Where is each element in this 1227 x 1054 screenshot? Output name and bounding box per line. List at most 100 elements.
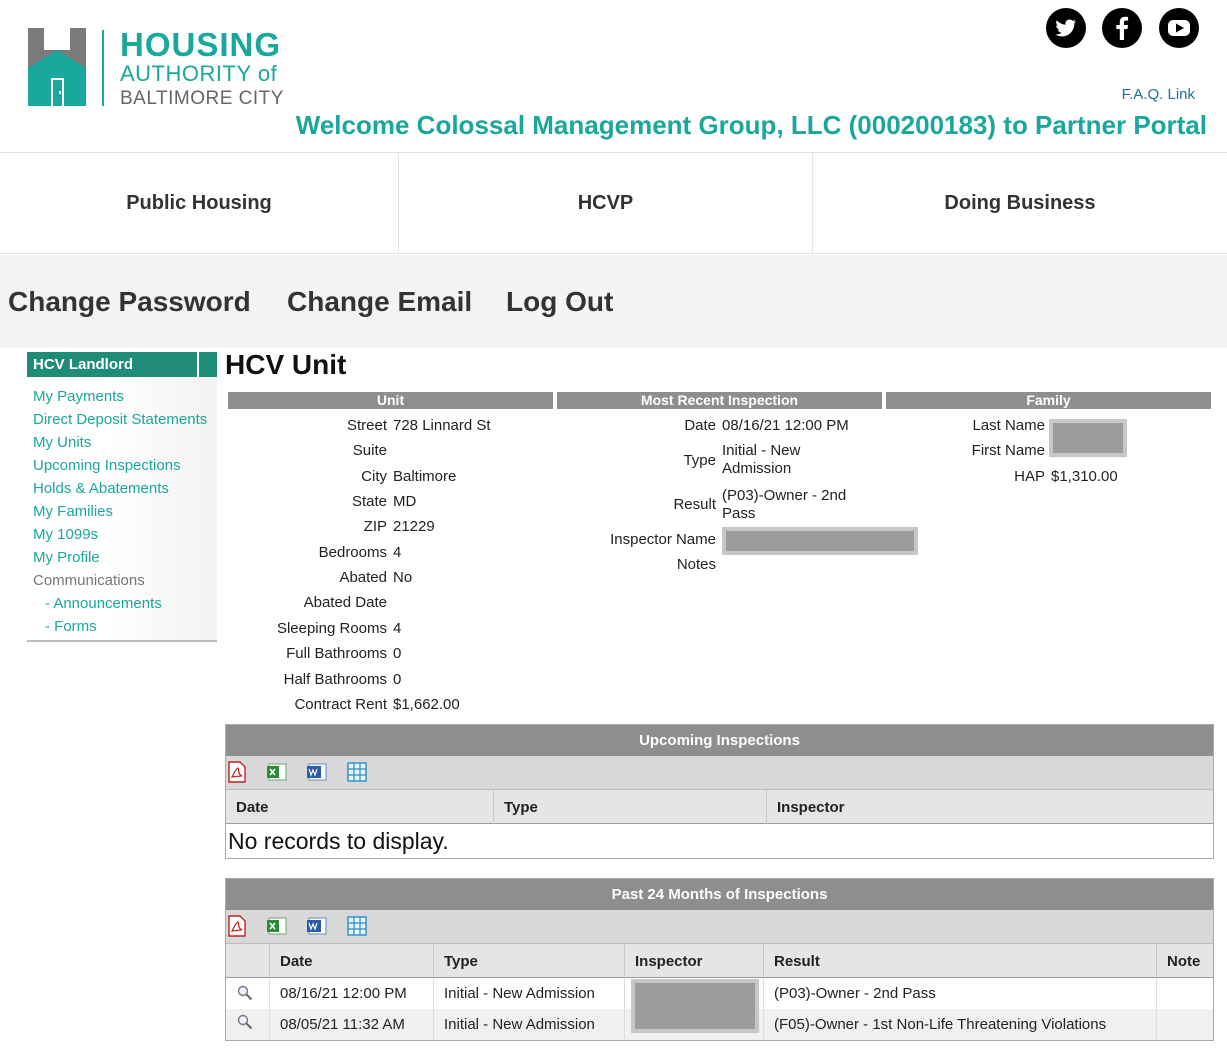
sidebar-item-my-payments[interactable]: My Payments (27, 385, 217, 408)
upcoming-inspections-grid: Upcoming Inspections Date Type Inspector… (225, 724, 1214, 859)
past-col-inspector[interactable]: Inspector (624, 944, 763, 978)
logo-divider (102, 30, 104, 106)
logo-line-3: BALTIMORE CITY (120, 88, 284, 109)
unit-abated-date-label: Abated Date (303, 594, 387, 611)
csv-icon[interactable] (346, 761, 368, 783)
inspection-date-value: 08/16/21 12:00 PM (722, 417, 849, 434)
unit-half-bathrooms-value: 0 (393, 671, 402, 688)
sidebar-item-my-1099s[interactable]: My 1099s (27, 523, 217, 546)
past-col-result[interactable]: Result (763, 944, 1156, 978)
unit-abated-value: No (393, 569, 413, 586)
pdf-icon[interactable] (226, 761, 248, 783)
change-email-link[interactable]: Change Email (287, 286, 472, 318)
past-col-type[interactable]: Type (433, 944, 624, 978)
hacb-logo[interactable]: HOUSING AUTHORITY of BALTIMORE CITY (28, 28, 298, 110)
magnifier-icon[interactable] (226, 1009, 269, 1040)
word-icon[interactable] (306, 761, 328, 783)
unit-contract-rent-label: Contract Rent (294, 696, 387, 713)
past-inspections-grid: Past 24 Months of Inspections Date Type … (225, 878, 1214, 1041)
unit-state-label: State (351, 493, 387, 510)
family-hap-value: $1,310.00 (1051, 468, 1118, 485)
csv-icon[interactable] (346, 915, 368, 937)
magnifier-icon[interactable] (226, 978, 269, 1009)
unit-sleeping-rooms-value: 4 (393, 620, 402, 637)
site-header: HOUSING AUTHORITY of BALTIMORE CITY F.A.… (0, 0, 1227, 152)
row-note (1156, 1009, 1214, 1040)
inspection-result-value: (P03)-Owner - 2nd Pass (722, 487, 847, 522)
inspection-notes-label: Notes (676, 556, 716, 573)
unit-zip-value: 21229 (393, 518, 435, 535)
inspection-inspector-label: Inspector Name (610, 531, 716, 548)
nav-doing-business[interactable]: Doing Business (813, 153, 1227, 253)
past-export-toolbar (226, 910, 1213, 944)
sidebar-item-upcoming-inspections[interactable]: Upcoming Inspections (27, 454, 217, 477)
redacted-past-inspector (631, 979, 759, 1033)
sidebar-item-communications: Communications (33, 572, 145, 589)
house-logo-icon (28, 28, 86, 106)
family-section-header: Family (886, 392, 1211, 409)
unit-state-value: MD (393, 493, 417, 510)
logo-wordmark: HOUSING AUTHORITY of BALTIMORE CITY (120, 28, 284, 108)
unit-zip-label: ZIP (363, 518, 387, 535)
unit-section-header: Unit (228, 392, 553, 409)
row-type: Initial - New Admission (433, 1009, 624, 1040)
past-col-date[interactable]: Date (269, 944, 433, 978)
sidebar-title-text: HCV Landlord (33, 356, 133, 373)
sidebar-item-my-units[interactable]: My Units (27, 431, 217, 454)
sidebar-item-holds-abatements[interactable]: Holds & Abatements (27, 477, 217, 500)
unit-full-bathrooms-label: Full Bathrooms (286, 645, 387, 662)
pdf-icon[interactable] (226, 915, 248, 937)
sidebar-links: My Payments Direct Deposit Statements My… (27, 377, 217, 638)
excel-icon[interactable] (266, 915, 288, 937)
upcoming-export-toolbar (226, 756, 1213, 790)
inspection-date-label: Date (684, 417, 716, 434)
family-hap-label: HAP (1014, 468, 1045, 485)
upcoming-inspections-caption: Upcoming Inspections (226, 725, 1213, 756)
logo-line-1: HOUSING (120, 26, 282, 63)
unit-bedrooms-value: 4 (393, 544, 402, 561)
unit-city-label: City (361, 468, 387, 485)
sidebar-item-my-families[interactable]: My Families (27, 500, 217, 523)
account-bar: Change Password Change Email Log Out (0, 255, 1227, 348)
upcoming-col-type[interactable]: Type (493, 790, 766, 824)
sidebar-title: HCV Landlord (27, 352, 217, 377)
unit-sleeping-rooms-label: Sleeping Rooms (276, 620, 387, 637)
nav-public-housing[interactable]: Public Housing (0, 153, 399, 253)
logo-line-2: AUTHORITY of (120, 61, 278, 86)
row-date: 08/16/21 12:00 PM (269, 978, 433, 1009)
unit-suite-label: Suite (352, 442, 387, 459)
nav-hcvp[interactable]: HCVP (399, 153, 813, 253)
row-type: Initial - New Admission (433, 978, 624, 1009)
inspection-type-value: Initial - New Admission (722, 442, 801, 477)
twitter-icon[interactable] (1046, 8, 1086, 48)
past-inspections-caption: Past 24 Months of Inspections (226, 879, 1213, 910)
unit-abated-label: Abated (339, 569, 387, 586)
upcoming-col-inspector[interactable]: Inspector (766, 790, 1214, 824)
family-last-name-label: Last Name (972, 417, 1045, 434)
welcome-banner: Welcome Colossal Management Group, LLC (… (295, 110, 1207, 140)
log-out-link[interactable]: Log Out (506, 286, 613, 318)
row-result: (F05)-Owner - 1st Non-Life Threatening V… (763, 1009, 1156, 1040)
row-note (1156, 978, 1214, 1009)
word-icon[interactable] (306, 915, 328, 937)
unit-bedrooms-label: Bedrooms (318, 544, 387, 561)
sidebar-item-announcements[interactable]: - Announcements (27, 592, 217, 615)
excel-icon[interactable] (266, 761, 288, 783)
upcoming-col-date[interactable]: Date (226, 790, 493, 824)
sidebar-item-direct-deposit-statements[interactable]: Direct Deposit Statements (27, 408, 217, 431)
change-password-link[interactable]: Change Password (8, 286, 251, 318)
sidebar-tab (197, 352, 217, 377)
inspection-section-header: Most Recent Inspection (557, 392, 882, 409)
no-records-message: No records to display. (228, 828, 449, 854)
redacted-family-name (1049, 419, 1127, 457)
unit-street-value: 728 Linnard St (393, 417, 491, 434)
inspection-result-label: Result (673, 496, 716, 513)
sidebar-item-forms[interactable]: - Forms (27, 615, 217, 638)
faq-link[interactable]: F.A.Q. Link (1122, 86, 1195, 103)
family-first-name-label: First Name (971, 442, 1045, 459)
past-col-note[interactable]: Note (1156, 944, 1214, 978)
youtube-icon[interactable] (1159, 8, 1199, 48)
sidebar-item-my-profile[interactable]: My Profile (27, 546, 217, 569)
row-date: 08/05/21 11:32 AM (269, 1009, 433, 1040)
facebook-icon[interactable] (1102, 8, 1142, 48)
